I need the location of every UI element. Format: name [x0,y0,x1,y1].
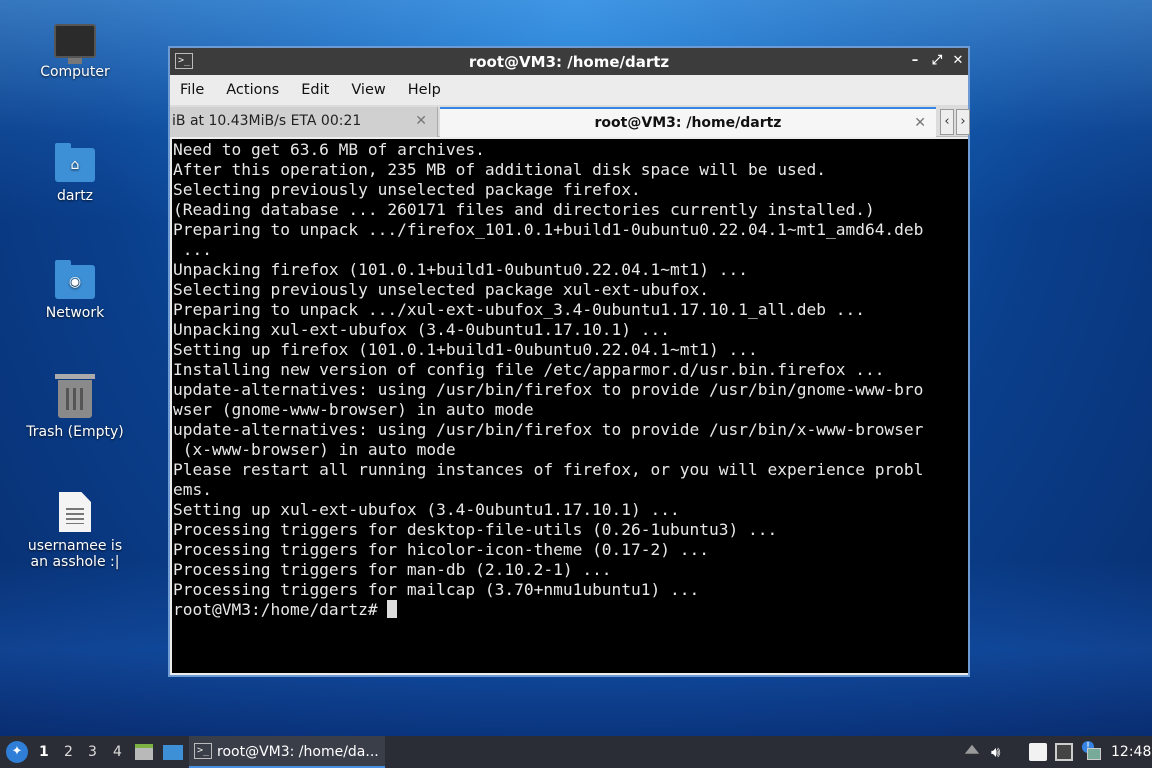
tab-close-icon[interactable]: ✕ [415,107,427,135]
terminal-line: Processing triggers for hicolor-icon-the… [173,540,710,559]
terminal-line: ... [173,240,212,259]
menu-actions[interactable]: Actions [226,82,279,98]
menu-edit[interactable]: Edit [301,82,329,98]
window-title: root@VM3: /home/dartz [468,53,670,71]
terminal-line: Preparing to unpack .../firefox_101.0.1+… [173,220,924,239]
terminal-line: update-alternatives: using /usr/bin/fire… [173,380,924,399]
desktop-icon-label: usernamee is an asshole :| [27,538,123,570]
terminal-line: Processing triggers for desktop-file-uti… [173,520,778,539]
menu-bar: File Actions Edit View Help [170,75,968,105]
close-icon[interactable]: ✕ [949,52,967,70]
workspace-1[interactable]: 1 [39,736,49,768]
desktop-icon-label: Computer [40,64,110,80]
task-label: root@VM3: /home/da... [217,744,379,760]
desktop-icon-text-file[interactable]: usernamee is an asshole :| [20,492,130,570]
minimize-icon[interactable]: – [906,52,924,70]
trash-icon [55,374,95,418]
taskbar: ✦ 1 2 3 4 >_ root@VM3: /home/da... 🔊︎ ! … [0,736,1152,768]
desktop-icon-trash[interactable]: Trash (Empty) [20,374,130,440]
tab-download[interactable]: iB at 10.43MiB/s ETA 00:21 ✕ [170,107,438,137]
clock[interactable]: 12:48 [1111,736,1151,768]
desktop-icon-computer[interactable]: Computer [20,24,130,80]
terminal-line: Setting up xul-ext-ubufox (3.4-0ubuntu1.… [173,500,680,519]
terminal-icon: >_ [194,743,212,759]
terminal-line: Installing new version of config file /e… [173,360,885,379]
terminal-line: (Reading database ... 260171 files and d… [173,200,875,219]
window-titlebar[interactable]: >_ root@VM3: /home/dartz – ⤢ ✕ [170,48,968,75]
terminal-line: Unpacking xul-ext-ubufox (3.4-0ubuntu1.1… [173,320,671,339]
terminal-line: ems. [173,480,212,499]
terminal-line: Setting up firefox (101.0.1+build1-0ubun… [173,340,758,359]
terminal-line: Need to get 63.6 MB of archives. [173,140,485,159]
tab-close-icon[interactable]: ✕ [914,109,926,137]
workspace-2[interactable]: 2 [64,736,73,768]
clipboard-icon[interactable] [1029,743,1047,761]
terminal-line: Selecting previously unselected package … [173,280,710,299]
workspace-4[interactable]: 4 [113,736,122,768]
terminal-output[interactable]: Need to get 63.6 MB of archives. After th… [172,139,968,673]
start-menu-icon[interactable]: ✦ [6,741,28,763]
tab-scroll-right-icon[interactable]: › [956,109,970,135]
terminal-cursor [387,600,398,618]
desktop-icon-label: Trash (Empty) [26,424,124,440]
screen-icon[interactable] [1087,748,1101,760]
terminal-line: Please restart all running instances of … [173,460,924,479]
computer-icon [54,24,96,64]
network-folder-icon: ◉ [55,260,95,299]
terminal-line: Processing triggers for man-db (2.10.2-1… [173,560,612,579]
desktop-icon-home-folder[interactable]: ⌂ dartz [20,143,130,204]
desktop-icon-label: dartz [56,188,94,204]
tab-label: iB at 10.43MiB/s ETA 00:21 [172,113,362,129]
desktop-icon-network[interactable]: ◉ Network [20,260,130,321]
home-folder-icon: ⌂ [55,143,95,182]
menu-file[interactable]: File [180,82,204,98]
menu-view[interactable]: View [351,82,385,98]
show-desktop-icon[interactable] [163,745,183,760]
desktop-icon-label: Network [45,305,105,321]
terminal-window[interactable]: >_ root@VM3: /home/dartz – ⤢ ✕ File Acti… [168,46,970,677]
terminal-prompt-line[interactable]: root@VM3:/home/dartz# [173,600,968,620]
terminal-line: Processing triggers for mailcap (3.70+nm… [173,580,700,599]
tab-label: root@VM3: /home/dartz [594,115,782,131]
tab-active-terminal[interactable]: root@VM3: /home/dartz ✕ [440,107,936,137]
menu-help[interactable]: Help [408,82,441,98]
tab-bar: iB at 10.43MiB/s ETA 00:21 ✕ root@VM3: /… [170,105,970,137]
tab-scroll-left-icon[interactable]: ‹ [940,109,954,135]
network-monitor-icon[interactable] [1055,743,1073,761]
tray-arrow-icon[interactable] [964,744,980,754]
maximize-icon[interactable]: ⤢ [928,52,946,70]
taskbar-task-terminal[interactable]: >_ root@VM3: /home/da... [189,736,385,768]
workspace-3[interactable]: 3 [88,736,97,768]
file-manager-icon[interactable] [135,744,153,760]
terminal-line: Selecting previously unselected package … [173,180,641,199]
volume-icon[interactable]: 🔊︎ [991,743,1009,761]
terminal-line: update-alternatives: using /usr/bin/fire… [173,420,924,439]
terminal-line: Unpacking firefox (101.0.1+build1-0ubunt… [173,260,748,279]
terminal-prompt: root@VM3:/home/dartz# [173,600,388,619]
terminal-line: wser (gnome-www-browser) in auto mode [173,400,534,419]
terminal-line: After this operation, 235 MB of addition… [173,160,826,179]
terminal-line: (x-www-browser) in auto mode [173,440,456,459]
text-file-icon [59,492,91,532]
terminal-line: Preparing to unpack .../xul-ext-ubufox_3… [173,300,865,319]
